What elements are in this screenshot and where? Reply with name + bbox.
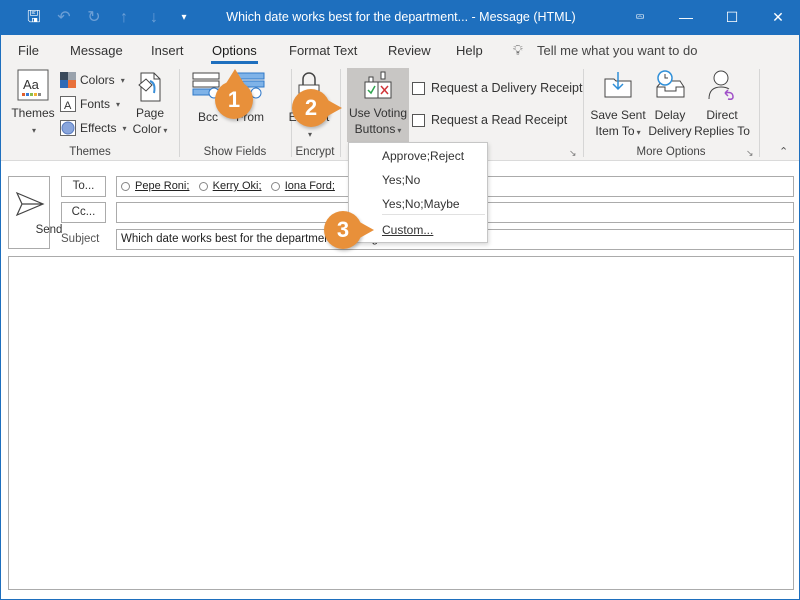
themes-button[interactable]: Aa Themes ▾ <box>9 69 57 139</box>
themes-label: Themes <box>11 106 55 120</box>
tell-me-text: Tell me what you want to do <box>537 43 698 58</box>
fonts-button[interactable]: A Fonts ▾ <box>60 96 120 112</box>
more-options-group-label: More Options <box>636 146 706 158</box>
step-callout-1: 1 <box>215 69 253 119</box>
save-sent-item-to-button[interactable]: Save Sent Item To ▾ <box>589 69 647 141</box>
show-fields-group-label: Show Fields <box>203 146 267 158</box>
callout-pointer-icon <box>356 220 374 240</box>
save-folder-icon <box>604 72 632 98</box>
request-delivery-receipt-checkbox[interactable]: Request a Delivery Receipt <box>412 81 582 95</box>
send-icon <box>15 191 45 217</box>
lightbulb-icon: 💡︎ <box>513 42 523 58</box>
read-receipt-label: Request a Read Receipt <box>431 113 568 127</box>
themes-icon: Aa <box>17 69 49 101</box>
send-button[interactable]: Send <box>8 176 62 249</box>
callout-pointer-icon <box>225 69 245 85</box>
direct-replies-icon <box>708 70 734 100</box>
svg-text:Aa: Aa <box>23 77 40 92</box>
more-options-dialog-launcher-icon[interactable]: ↘ <box>746 148 754 159</box>
direct-label-2: Replies To <box>694 124 750 138</box>
direct-label-1: Direct <box>706 108 738 122</box>
colors-label: Colors <box>80 73 115 87</box>
tab-options[interactable]: Options <box>211 43 258 64</box>
title-bar: 🖫 ↶ ↻ ↑ ↓ ▾ Which date works best for th… <box>1 0 800 35</box>
voting-label-1: Use Voting <box>348 106 408 120</box>
colors-button[interactable]: Colors ▾ <box>60 72 125 88</box>
ribbon-tabs: File Message Insert Options Format Text … <box>1 35 799 65</box>
tab-help[interactable]: Help <box>456 43 483 58</box>
delivery-receipt-label: Request a Delivery Receipt <box>431 81 583 95</box>
page-color-label-1: Page <box>135 106 165 120</box>
menu-item-yes-no-maybe[interactable]: Yes;No;Maybe <box>382 197 460 211</box>
tab-file[interactable]: File <box>18 43 39 58</box>
page-color-label-2: Color ▾ <box>132 122 168 136</box>
tab-insert[interactable]: Insert <box>151 43 184 58</box>
checkbox-box <box>412 113 425 127</box>
chevron-down-icon: ▾ <box>122 123 127 133</box>
recipient[interactable]: Pepe Roni; <box>121 177 189 196</box>
chevron-down-icon: ▾ <box>116 99 121 109</box>
save-sent-label-2: Item To ▾ <box>595 124 641 138</box>
delay-delivery-icon <box>656 70 685 98</box>
delay-delivery-button[interactable]: Delay Delivery <box>647 69 693 139</box>
svg-text:A: A <box>64 100 72 112</box>
chevron-down-icon: ▾ <box>307 130 312 139</box>
fonts-label: Fonts <box>80 97 111 111</box>
menu-separator <box>382 214 485 215</box>
tab-format-text[interactable]: Format Text <box>289 43 357 58</box>
voting-buttons-icon <box>364 71 392 99</box>
window-controls: ⮹ — ☐ ✕ <box>617 6 800 28</box>
callout-pointer-icon <box>324 98 342 118</box>
recipient[interactable]: Iona Ford; <box>270 177 335 196</box>
use-voting-buttons-button[interactable]: Use Voting Buttons ▾ <box>347 68 409 142</box>
themes-group-label: Themes <box>69 146 111 158</box>
page-color-icon <box>138 72 161 102</box>
presence-icon <box>270 182 280 191</box>
fonts-icon: A <box>60 96 76 112</box>
maximize-icon[interactable]: ☐ <box>709 6 755 28</box>
voting-label-2: Buttons ▾ <box>354 122 402 136</box>
menu-item-custom[interactable]: Custom... <box>382 223 433 237</box>
direct-replies-to-button[interactable]: Direct Replies To <box>693 69 751 139</box>
tab-review[interactable]: Review <box>388 43 431 58</box>
menu-item-approve-reject[interactable]: Approve;Reject <box>382 149 464 163</box>
menu-item-yes-no[interactable]: Yes;No <box>382 173 420 187</box>
ribbon-display-icon[interactable]: ⮹ <box>617 6 663 28</box>
close-icon[interactable]: ✕ <box>755 6 800 28</box>
recipient[interactable]: Kerry Oki; <box>198 177 262 196</box>
tracking-dialog-launcher-icon[interactable]: ↘ <box>569 148 577 159</box>
delay-label-2: Delivery <box>648 124 692 138</box>
group-separator <box>759 69 760 157</box>
group-separator <box>179 69 180 157</box>
checkbox-box <box>412 81 425 95</box>
step-callout-3: 3 <box>324 211 374 249</box>
tab-message[interactable]: Message <box>70 43 123 58</box>
save-sent-label-1: Save Sent <box>590 108 646 122</box>
outlook-message-window: 🖫 ↶ ↻ ↑ ↓ ▾ Which date works best for th… <box>0 0 800 600</box>
effects-button[interactable]: Effects ▾ <box>60 120 126 136</box>
colors-icon <box>60 72 76 88</box>
collapse-ribbon-icon[interactable]: ⌃ <box>779 145 788 158</box>
message-body[interactable] <box>8 256 794 590</box>
step-callout-2: 2 <box>292 89 342 127</box>
group-separator <box>583 69 584 157</box>
minimize-icon[interactable]: — <box>663 6 709 28</box>
cc-button[interactable]: Cc... <box>61 202 106 223</box>
encrypt-group-label: Encrypt <box>295 146 335 158</box>
effects-icon <box>60 120 76 136</box>
effects-label: Effects <box>80 121 117 135</box>
to-button[interactable]: To... <box>61 176 106 197</box>
chevron-down-icon: ▾ <box>31 126 36 135</box>
request-read-receipt-checkbox[interactable]: Request a Read Receipt <box>412 113 567 127</box>
page-color-button[interactable]: Page Color ▾ <box>128 71 172 139</box>
subject-label: Subject <box>61 233 100 245</box>
chevron-down-icon: ▾ <box>120 75 125 85</box>
presence-icon <box>121 182 130 191</box>
tell-me-search[interactable]: 💡︎ Tell me what you want to do <box>513 42 697 59</box>
presence-icon <box>198 182 208 191</box>
delay-label-1: Delay <box>654 108 686 122</box>
